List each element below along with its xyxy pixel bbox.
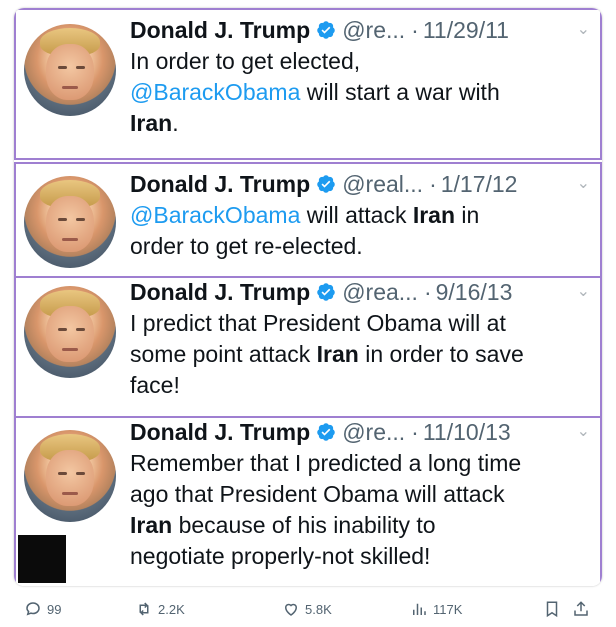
views-icon [413, 603, 426, 615]
author-name: Donald J. Trump [130, 171, 311, 197]
text-segment: ago that President Obama will attack [130, 481, 505, 507]
tweet-date: 1/17/12 [440, 171, 518, 197]
separator: · [411, 17, 419, 43]
share-icon [574, 601, 588, 616]
redaction-block [18, 535, 66, 583]
tweet-text: @BarackObama will attack Iran in order to… [130, 200, 590, 262]
repost-button[interactable]: 2.2K [135, 600, 185, 618]
chevron-down-icon: ⌄ [576, 175, 590, 192]
text-segment: I predict that President Obama will at [130, 310, 506, 336]
tweet-text: Remember that I predicted a long time ago… [130, 448, 590, 572]
like-count: 5.8K [305, 601, 332, 617]
bold-keyword: Iran [130, 512, 173, 538]
author-name: Donald J. Trump [130, 279, 311, 305]
like-icon [284, 603, 298, 616]
reply-count: 99 [47, 601, 62, 617]
tweet-card: Donald J. Trump @re... · 11/29/11 ⌄ In o… [14, 8, 602, 160]
tweet-text: I predict that President Obama will at so… [130, 308, 590, 401]
text-segment: Remember that I predicted a long time [130, 450, 522, 476]
author-handle: @re... [342, 17, 406, 43]
bold-keyword: Iran [130, 110, 173, 136]
avatar [24, 24, 116, 116]
author-handle: @re... [342, 419, 406, 445]
text-segment: in order to save [358, 341, 524, 367]
author-handle: @real... [342, 171, 424, 197]
tweet-card: Donald J. Trump @real... · 1/17/12 ⌄ @Ba… [14, 162, 602, 282]
text-segment: In order to get elected, [130, 48, 361, 74]
text-segment: . [172, 110, 179, 136]
tweet-header: Donald J. Trump @real... · 1/17/12 ⌄ [130, 170, 590, 198]
tweet-header: Donald J. Trump @re... · 11/10/13 ⌄ [130, 418, 590, 446]
separator: · [411, 419, 419, 445]
repost-count: 2.2K [158, 601, 185, 617]
author-handle: @rea... [342, 279, 418, 305]
tweet-date: 11/29/11 [422, 17, 509, 43]
author-name: Donald J. Trump [130, 419, 311, 445]
bold-keyword: Iran [412, 202, 456, 228]
repost-icon [139, 602, 149, 616]
views-button[interactable]: 117K [410, 600, 462, 618]
tweet-card: Donald J. Trump @re... · 11/10/13 ⌄ Reme… [14, 416, 602, 586]
text-segment: will attack [300, 202, 413, 228]
bold-keyword: Iran [316, 341, 359, 367]
avatar [24, 430, 116, 522]
chevron-down-icon: ⌄ [576, 21, 590, 38]
separator: · [423, 279, 432, 305]
reply-button[interactable]: 99 [24, 600, 61, 618]
tweet-date: 11/10/13 [422, 419, 511, 445]
tweet-header: Donald J. Trump @rea... · 9/16/13 ⌄ [130, 278, 590, 306]
tweet-date: 9/16/13 [435, 279, 513, 305]
share-button[interactable] [572, 600, 595, 618]
author-name: Donald J. Trump [130, 17, 311, 43]
chevron-down-icon: ⌄ [576, 283, 590, 300]
tweet-text: In order to get elected, @BarackObama wil… [130, 46, 590, 139]
avatar [24, 286, 116, 378]
separator: · [429, 171, 437, 197]
tweet-card: Donald J. Trump @rea... · 9/16/13 ⌄ I pr… [14, 276, 602, 422]
text-segment: because of his inability to [172, 512, 436, 538]
tweet-action-bar: 99 2.2K 5.8K 117K [0, 596, 616, 624]
text-segment: some point attack [130, 341, 317, 367]
text-segment: negotiate properly-not skilled! [130, 543, 431, 569]
text-segment: will start a war with [300, 79, 500, 105]
verified-badge-icon [317, 21, 335, 39]
views-count: 117K [433, 601, 463, 617]
text-segment: order to get re-elected. [130, 233, 363, 259]
reply-icon [26, 602, 40, 616]
bookmark-icon [546, 601, 558, 618]
tweet-collage-image[interactable]: Donald J. Trump @re... · 11/29/11 ⌄ In o… [14, 8, 602, 586]
verified-badge-icon [317, 283, 335, 301]
text-segment: in [455, 202, 480, 228]
verified-badge-icon [317, 423, 335, 441]
like-button[interactable]: 5.8K [282, 600, 332, 618]
mention-link[interactable]: @BarackObama [130, 202, 300, 228]
avatar [24, 176, 116, 268]
text-segment: face! [130, 372, 180, 398]
bookmark-button[interactable] [543, 600, 566, 618]
chevron-down-icon: ⌄ [576, 423, 590, 440]
verified-badge-icon [317, 175, 335, 193]
tweet-header: Donald J. Trump @re... · 11/29/11 ⌄ [130, 16, 590, 44]
mention-link[interactable]: @BarackObama [130, 79, 300, 105]
